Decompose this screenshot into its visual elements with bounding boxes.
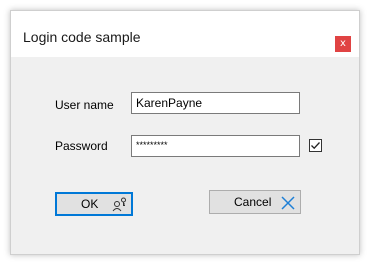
title-bar: Login code sample x	[11, 11, 359, 57]
password-label: Password	[55, 139, 108, 153]
checkmark-icon	[311, 142, 320, 150]
username-label: User name	[55, 98, 114, 112]
window-title: Login code sample	[23, 29, 141, 45]
password-field[interactable]: *********	[131, 135, 300, 157]
cancel-button[interactable]: Cancel	[209, 190, 301, 214]
users-key-icon	[112, 197, 126, 212]
close-icon: x	[340, 38, 346, 49]
cancel-button-label: Cancel	[234, 195, 272, 209]
close-button[interactable]: x	[335, 36, 351, 52]
login-dialog: Login code sample x User name KarenPayne…	[10, 10, 360, 255]
ok-button[interactable]: OK	[55, 192, 133, 216]
ok-button-label: OK	[81, 197, 99, 211]
username-field[interactable]: KarenPayne	[131, 92, 300, 114]
x-cross-icon	[281, 196, 295, 210]
show-password-checkbox[interactable]	[309, 139, 322, 152]
